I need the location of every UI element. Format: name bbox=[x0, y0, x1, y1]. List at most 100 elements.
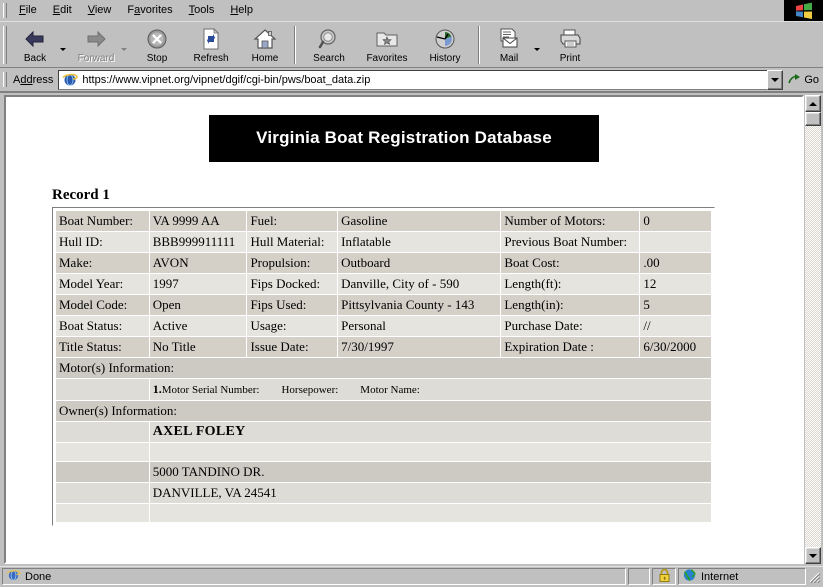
toolbar-button-print[interactable]: Print bbox=[545, 22, 595, 67]
address-bar-label: Address bbox=[13, 73, 54, 86]
cell-length-in-label: Length(in): bbox=[501, 295, 640, 315]
cell-issue-date-label: Issue Date: bbox=[247, 337, 338, 357]
menu-item-view[interactable]: View bbox=[80, 2, 120, 19]
cell-owner-address1: 5000 TANDINO DR. bbox=[149, 462, 711, 482]
record-table: Boat Number: VA 9999 AA Fuel: Gasoline N… bbox=[55, 210, 712, 523]
toolbar-label-mail: Mail bbox=[499, 53, 519, 64]
table-row: Boat Number: VA 9999 AA Fuel: Gasoline N… bbox=[56, 211, 711, 231]
toolbar-button-history[interactable]: History bbox=[416, 22, 474, 67]
cell-propulsion-label: Propulsion: bbox=[247, 253, 338, 273]
internet-explorer-small-icon bbox=[6, 568, 21, 585]
scroll-down-button[interactable] bbox=[805, 547, 821, 564]
search-icon bbox=[318, 26, 340, 52]
back-dropdown-caret-icon[interactable] bbox=[60, 22, 71, 67]
menu-item-tools[interactable]: Tools bbox=[181, 2, 223, 19]
toolbar-button-refresh[interactable]: Refresh bbox=[182, 22, 240, 67]
toolbar-label-print: Print bbox=[559, 53, 581, 64]
cell-title-status-label: Title Status: bbox=[56, 337, 149, 357]
toolbar-grip[interactable] bbox=[3, 25, 7, 64]
forward-arrow-icon bbox=[84, 26, 108, 52]
toolbar-button-back[interactable]: Back bbox=[10, 22, 60, 67]
toolbar-button-forward[interactable]: Forward bbox=[71, 22, 121, 67]
table-row-motors-header: Motor(s) Information: bbox=[56, 358, 711, 378]
favorites-folder-icon bbox=[375, 26, 399, 52]
address-bar-grip[interactable] bbox=[3, 72, 7, 87]
status-bar: Done Internet bbox=[0, 566, 823, 587]
toolbar-label-refresh: Refresh bbox=[193, 53, 229, 64]
menu-item-help[interactable]: Help bbox=[222, 2, 261, 19]
table-row-owner-address2: DANVILLE, VA 24541 bbox=[56, 483, 711, 503]
document-body: Virginia Boat Registration Database Reco… bbox=[6, 97, 802, 562]
cell-purchase-date-value: // bbox=[640, 316, 711, 336]
toolbar-button-home[interactable]: Home bbox=[240, 22, 290, 67]
cell-length-ft-value: 12 bbox=[640, 274, 711, 294]
toolbar-button-search[interactable]: Search bbox=[300, 22, 358, 67]
table-row: Model Code: Open Fips Used: Pittsylvania… bbox=[56, 295, 711, 315]
toolbar-button-favorites[interactable]: Favorites bbox=[358, 22, 416, 67]
web-page: Virginia Boat Registration Database Reco… bbox=[4, 95, 804, 564]
table-row: Title Status: No Title Issue Date: 7/30/… bbox=[56, 337, 711, 357]
menu-item-favorites[interactable]: Favorites bbox=[119, 2, 180, 19]
cell-motors-section-label: Motor(s) Information: bbox=[56, 358, 711, 378]
status-message-panel: Done bbox=[2, 568, 626, 585]
content-area: Virginia Boat Registration Database Reco… bbox=[0, 92, 823, 566]
cell-hull-id-value: BBB999911111 bbox=[149, 232, 247, 252]
menu-item-edit[interactable]: Edit bbox=[45, 2, 80, 19]
cell-motor-details: 1.Motor Serial Number: Horsepower: Motor N… bbox=[149, 379, 711, 400]
mail-dropdown-caret-icon[interactable] bbox=[534, 22, 545, 67]
cell-hull-material-value: Inflatable bbox=[338, 232, 501, 252]
cell-fuel-value: Gasoline bbox=[338, 211, 501, 231]
table-row-owner-trailing bbox=[56, 504, 711, 522]
cell-title-status-value: No Title bbox=[149, 337, 247, 357]
toolbar-button-stop[interactable]: Stop bbox=[132, 22, 182, 67]
cell-owner-name: AXEL FOLEY bbox=[149, 422, 711, 442]
cell-owners-section-label: Owner(s) Information: bbox=[56, 401, 711, 421]
cell-length-ft-label: Length(ft): bbox=[501, 274, 640, 294]
cell-boat-status-label: Boat Status: bbox=[56, 316, 149, 336]
address-input-container[interactable]: https://www.vipnet.org/vipnet/dgif/cgi-b… bbox=[58, 69, 768, 90]
menu-item-file[interactable]: File bbox=[11, 2, 45, 19]
cell-number-of-motors-value: 0 bbox=[640, 211, 711, 231]
scroll-up-icon bbox=[809, 101, 817, 106]
printer-icon bbox=[558, 26, 582, 52]
cell-propulsion-value: Outboard bbox=[338, 253, 501, 273]
page-title: Virginia Boat Registration Database bbox=[209, 115, 599, 162]
motor-index-label: 1. bbox=[152, 382, 162, 396]
cell-boat-number-value: VA 9999 AA bbox=[149, 211, 247, 231]
address-bar: Address https://www.vipnet.org/vipnet/dg… bbox=[0, 68, 823, 92]
cell-boat-cost-label: Boat Cost: bbox=[501, 253, 640, 273]
cell-fuel-label: Fuel: bbox=[247, 211, 338, 231]
forward-dropdown-caret-icon[interactable] bbox=[121, 22, 132, 67]
toolbar-label-stop: Stop bbox=[146, 53, 168, 64]
security-zone-panel: Internet bbox=[678, 568, 806, 585]
cell-model-year-label: Model Year: bbox=[56, 274, 149, 294]
cell-make-value: AVON bbox=[149, 253, 247, 273]
go-button-label: Go bbox=[804, 73, 819, 86]
cell-model-code-value: Open bbox=[149, 295, 247, 315]
security-lock-panel bbox=[652, 568, 676, 585]
scroll-up-button[interactable] bbox=[805, 95, 821, 112]
scrollbar-track[interactable] bbox=[805, 126, 821, 547]
toolbar-button-mail[interactable]: Mail bbox=[484, 22, 534, 67]
security-zone-text: Internet bbox=[701, 570, 739, 583]
go-button[interactable]: Go bbox=[783, 73, 823, 86]
cell-owner-address2: DANVILLE, VA 24541 bbox=[149, 483, 711, 503]
cell-fips-docked-value: Danville, City of - 590 bbox=[338, 274, 501, 294]
cell-owner-spacer-1 bbox=[56, 422, 149, 442]
table-row: Make: AVON Propulsion: Outboard Boat Cos… bbox=[56, 253, 711, 273]
toolbar-label-home: Home bbox=[251, 53, 279, 64]
cell-issue-date-value: 7/30/1997 bbox=[338, 337, 501, 357]
scrollbar-thumb[interactable] bbox=[805, 112, 821, 126]
cell-owner-spacer-3 bbox=[56, 462, 149, 482]
menu-bar-grip[interactable] bbox=[3, 2, 7, 18]
cell-boat-cost-value: .00 bbox=[640, 253, 711, 273]
resize-grip[interactable] bbox=[806, 568, 821, 585]
address-url-text[interactable]: https://www.vipnet.org/vipnet/dgif/cgi-b… bbox=[82, 74, 767, 86]
table-row-owner-name: AXEL FOLEY bbox=[56, 422, 711, 442]
toolbar-separator bbox=[294, 25, 296, 64]
toolbar-label-back: Back bbox=[23, 53, 47, 64]
cell-motor-spacer bbox=[56, 379, 149, 400]
cell-boat-number-label: Boat Number: bbox=[56, 211, 149, 231]
vertical-scrollbar[interactable] bbox=[804, 95, 821, 564]
address-dropdown-button[interactable] bbox=[767, 69, 784, 90]
